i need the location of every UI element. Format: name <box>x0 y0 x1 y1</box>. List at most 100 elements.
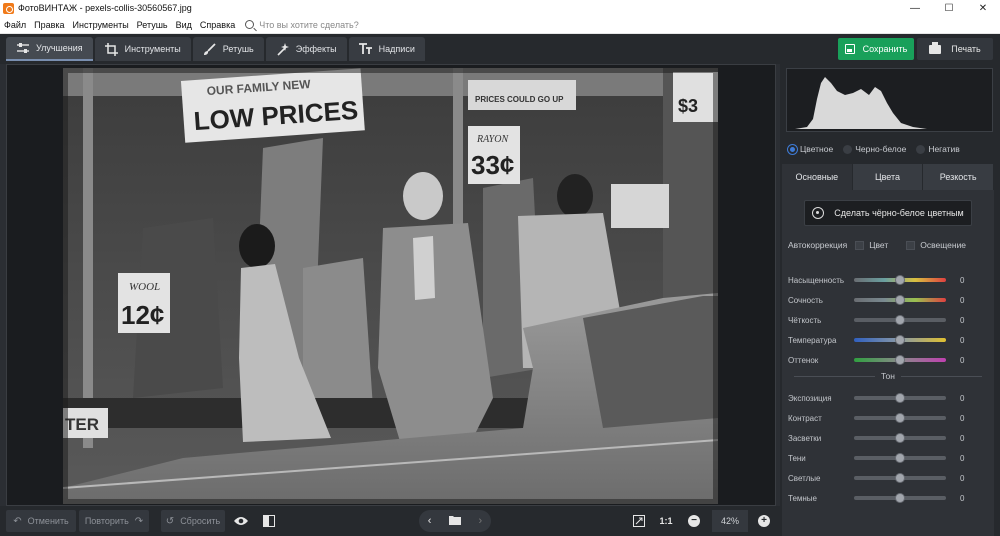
slider-label: Экспозиция <box>788 393 832 403</box>
highlights-slider[interactable] <box>854 433 946 443</box>
slider-knob[interactable] <box>895 493 905 503</box>
sign-rayon-price: 33¢ <box>471 150 514 180</box>
menu-tools[interactable]: Инструменты <box>69 20 133 30</box>
slider-value: 0 <box>960 493 965 503</box>
auto-light-checkbox[interactable] <box>906 240 916 250</box>
compare-icon[interactable] <box>257 510 281 532</box>
slider-knob[interactable] <box>895 275 905 285</box>
plus-icon: + <box>758 515 770 527</box>
slider-row-clarity: Чёткость 0 <box>788 313 988 327</box>
sign-wool: WOOL <box>129 281 160 293</box>
save-label: Сохранить <box>862 44 908 54</box>
slider-knob[interactable] <box>895 413 905 423</box>
redo-button[interactable]: Повторить ↷ <box>79 510 149 532</box>
tab-sharpness[interactable]: Резкость <box>923 164 994 190</box>
slider-label: Чёткость <box>788 315 822 325</box>
slider-value: 0 <box>960 335 965 345</box>
zoom-out-button[interactable]: − <box>682 510 706 532</box>
exposure-slider[interactable] <box>854 393 946 403</box>
slider-row-exposure: Экспозиция 0 <box>788 391 988 405</box>
zoom-level[interactable]: 42% <box>712 510 748 532</box>
undo-button[interactable]: ↶ Отменить <box>6 510 76 532</box>
sign-ter: TER <box>65 415 99 434</box>
printer-icon <box>929 41 942 54</box>
slider-value: 0 <box>960 275 965 285</box>
slider-knob[interactable] <box>895 335 905 345</box>
search-box[interactable]: Что вы хотите сделать? <box>245 20 359 30</box>
shadows-slider[interactable] <box>854 453 946 463</box>
print-button[interactable]: Печать <box>917 38 993 60</box>
slider-knob[interactable] <box>895 315 905 325</box>
photo-preview[interactable]: OUR FAMILY NEW LOW PRICES PRICES COULD G… <box>63 68 718 504</box>
zoom-one-to-one-button[interactable]: 1:1 <box>654 510 678 532</box>
tool-tabs: Улучшения Инструменты Ретушь Эффекты Над… <box>6 37 427 61</box>
slider-row-whites: Светлые 0 <box>788 471 988 485</box>
crop-icon <box>105 42 119 56</box>
menu-view[interactable]: Вид <box>172 20 196 30</box>
slider-knob[interactable] <box>895 453 905 463</box>
maximize-button[interactable]: ☐ <box>932 0 966 16</box>
tab-instruments[interactable]: Инструменты <box>94 37 191 61</box>
tab-instruments-label: Инструменты <box>124 44 181 54</box>
colorize-button[interactable]: Сделать чёрно-белое цветным <box>804 200 972 226</box>
slider-knob[interactable] <box>895 433 905 443</box>
slider-value: 0 <box>960 355 965 365</box>
mode-color-label: Цветное <box>800 144 834 154</box>
fit-screen-icon[interactable] <box>627 510 651 532</box>
slider-label: Тени <box>788 453 806 463</box>
slider-knob[interactable] <box>895 355 905 365</box>
temperature-slider[interactable] <box>854 335 946 345</box>
close-button[interactable]: ✕ <box>966 0 1000 16</box>
radio-color[interactable] <box>788 144 797 154</box>
folder-icon[interactable] <box>448 515 461 528</box>
adjustment-tabs: Основные Цвета Резкость <box>782 164 994 190</box>
slider-label: Сочность <box>788 295 823 305</box>
undo-icon: ↶ <box>13 515 22 527</box>
tab-text[interactable]: Надписи <box>348 37 425 61</box>
minimize-button[interactable]: — <box>898 0 932 16</box>
adjustments-panel: Цветное Черно-белое Негатив Основные Цве… <box>780 64 1000 536</box>
autocorrection-row: Автокоррекция Цвет Освещение <box>788 238 988 252</box>
menu-edit[interactable]: Правка <box>30 20 68 30</box>
tab-retouch-label: Ретушь <box>222 44 254 54</box>
tint-slider[interactable] <box>854 355 946 365</box>
contrast-slider[interactable] <box>854 413 946 423</box>
tab-retouch[interactable]: Ретушь <box>192 37 264 61</box>
slider-label: Контраст <box>788 413 822 423</box>
redo-label: Повторить <box>84 516 129 526</box>
slider-knob[interactable] <box>895 393 905 403</box>
sliders-icon <box>16 41 30 55</box>
next-icon[interactable]: › <box>479 515 483 527</box>
blacks-slider[interactable] <box>854 493 946 503</box>
whites-slider[interactable] <box>854 473 946 483</box>
tab-basic[interactable]: Основные <box>782 164 852 190</box>
radio-bw[interactable] <box>843 144 853 154</box>
previous-icon[interactable]: ‹ <box>428 515 432 527</box>
menu-file[interactable]: Файл <box>0 20 30 30</box>
tab-enhancements[interactable]: Улучшения <box>6 37 93 61</box>
mode-color[interactable]: Цветное <box>788 144 833 154</box>
radio-negative[interactable] <box>916 144 926 154</box>
sign-dollar: $3 <box>678 96 698 116</box>
save-button[interactable]: Сохранить <box>838 38 914 60</box>
slider-label: Оттенок <box>788 355 819 365</box>
saturation-slider[interactable] <box>854 275 946 285</box>
basic-adjustments: Сделать чёрно-белое цветным Автокоррекци… <box>782 190 994 536</box>
auto-color-checkbox[interactable] <box>855 240 865 250</box>
tab-colors[interactable]: Цвета <box>852 164 923 190</box>
slider-knob[interactable] <box>895 295 905 305</box>
preview-eye-icon[interactable] <box>229 510 253 532</box>
tab-effects[interactable]: Эффекты <box>265 37 347 61</box>
menu-bar: Файл Правка Инструменты Ретушь Вид Справ… <box>0 16 1000 34</box>
slider-knob[interactable] <box>895 473 905 483</box>
save-icon <box>844 44 855 54</box>
reset-button[interactable]: ↺ Сбросить <box>161 510 225 532</box>
menu-help[interactable]: Справка <box>196 20 239 30</box>
brush-icon <box>203 42 217 56</box>
vibrance-slider[interactable] <box>854 295 946 305</box>
mode-negative[interactable]: Негатив <box>916 144 960 154</box>
mode-bw[interactable]: Черно-белое <box>843 144 906 154</box>
menu-retouch[interactable]: Ретушь <box>133 20 172 30</box>
clarity-slider[interactable] <box>854 315 946 325</box>
zoom-in-button[interactable]: + <box>752 510 776 532</box>
